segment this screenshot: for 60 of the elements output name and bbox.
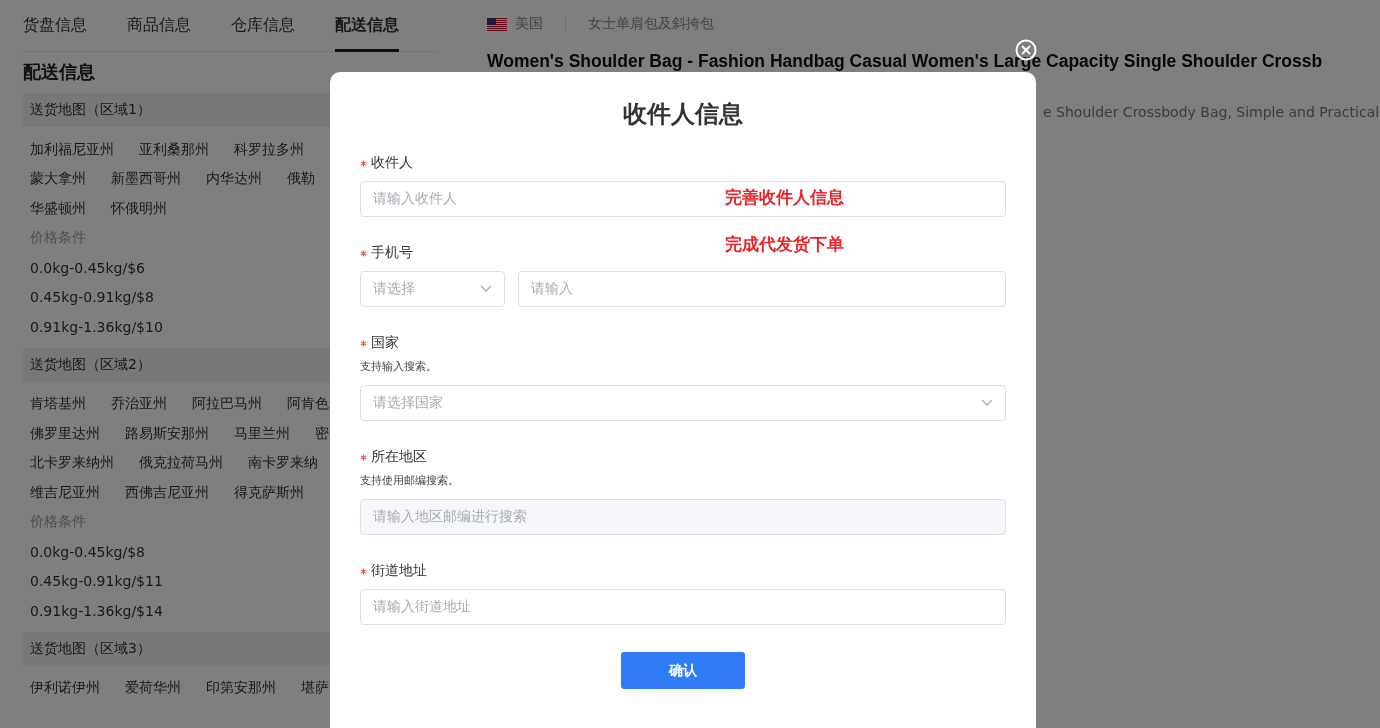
state-name: 亚利桑那州 [139, 140, 209, 159]
confirm-button[interactable]: 确认 [621, 652, 745, 689]
country-code-select[interactable]: 请选择 [360, 271, 505, 307]
state-name: 加利福尼亚州 [30, 140, 114, 159]
state-name: 维吉尼亚州 [30, 483, 100, 502]
price-text: 0.45kg-0.91kg/$11 [30, 573, 163, 590]
field-hint: 支持使用邮编搜索。 [360, 473, 460, 488]
annotation-text: 完成代发货下单 [725, 233, 844, 256]
state-name: 得克萨斯州 [234, 483, 304, 502]
state-name: 路易斯安那州 [125, 424, 209, 443]
chevron-down-icon [480, 285, 492, 293]
state-name: 肯塔基州 [30, 395, 86, 414]
phone-field[interactable]: 请输入 [518, 271, 1006, 307]
price-text: 0.0kg-0.45kg/$6 [30, 259, 145, 276]
state-name: 阿拉巴马州 [192, 395, 262, 414]
state-name: 密 [315, 424, 329, 443]
state-name: 科罗拉多州 [234, 140, 304, 159]
annotation-text: 完善收件人信息 [725, 186, 844, 209]
dialog-title: 收件人信息 [622, 99, 744, 130]
state-name: 华盛顿州 [30, 199, 86, 218]
price-text: 0.91kg-1.36kg/$10 [30, 318, 163, 335]
state-name: 马里兰州 [234, 424, 290, 443]
state-name: 蒙大拿州 [30, 170, 86, 189]
price-text: 0.0kg-0.45kg/$8 [30, 543, 145, 560]
tab[interactable]: 仓库信息 [231, 1, 295, 52]
product-subtitle: e Shoulder Crossbody Bag, Simple and Practical [1043, 104, 1380, 120]
state-name: 新墨西哥州 [111, 170, 181, 189]
state-name: 佛罗里达州 [30, 424, 100, 443]
state-name: 堪萨 [301, 679, 329, 698]
section-title: 配送信息 [23, 60, 96, 84]
state-name: 北卡罗来纳州 [30, 454, 114, 473]
price-text: 0.45kg-0.91kg/$8 [30, 289, 154, 306]
input-field[interactable]: 请输入街道地址 [360, 589, 1006, 625]
state-name: 阿肯色 [287, 395, 329, 414]
field-label: 手机号 [371, 244, 413, 262]
state-name: 伊利诺伊州 [30, 679, 100, 698]
state-name: 印第安那州 [206, 679, 276, 698]
state-name: 爱荷华州 [125, 679, 181, 698]
state-name: 乔治亚州 [111, 395, 167, 414]
state-name: 俄克拉荷马州 [139, 454, 223, 473]
price-text: 0.91kg-1.36kg/$14 [30, 602, 163, 619]
state-name: 怀俄明州 [111, 199, 167, 218]
field-label: 收件人 [371, 154, 413, 172]
state-name: 内华达州 [206, 170, 262, 189]
state-name: 西佛吉尼亚州 [125, 483, 209, 502]
tab[interactable]: 货盘信息 [23, 1, 87, 52]
chevron-down-icon [981, 399, 993, 407]
state-name: 南卡罗来纳 [248, 454, 318, 473]
country-select[interactable]: 请选择国家 [360, 385, 1006, 421]
tab[interactable]: 配送信息 [335, 1, 399, 52]
field-label: 所在地区 [371, 448, 427, 466]
field-label: 街道地址 [371, 562, 427, 580]
field-hint: 支持输入搜索。 [360, 359, 438, 374]
product-title: Women's Shoulder Bag - Fashion Handbag Casual Women's Large Capacity Single Shoulder Crossb [487, 51, 1324, 71]
tab[interactable]: 商品信息 [127, 1, 191, 52]
flag-icon [487, 17, 507, 31]
country-name: 美国 [515, 15, 543, 33]
product-category: 女士单肩包及斜挎包 [588, 15, 714, 33]
state-name: 俄勒 [287, 170, 315, 189]
region-field[interactable]: 请输入地区邮编进行搜索 [360, 499, 1006, 535]
